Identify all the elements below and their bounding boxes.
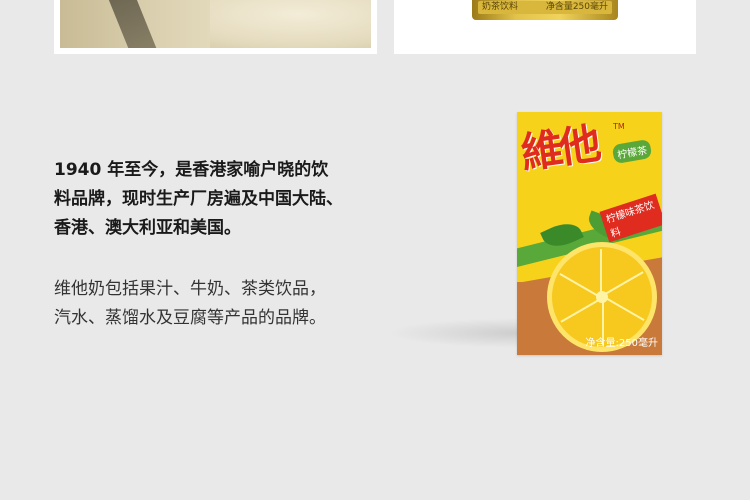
intro-line: 香港、澳大利亚和美国。 (54, 218, 241, 238)
description-line: 汽水、蒸馏水及豆腐等产品的品牌。 (54, 308, 326, 328)
bottle-shape (107, 0, 159, 48)
trademark-mark: TM (613, 122, 625, 131)
tea-photo-card (54, 0, 377, 54)
product-pack-image: 維他 TM 柠檬茶 柠檬味茶饮料 净含量:250毫升 (387, 112, 662, 355)
net-content-label: 净含量:250毫升 (585, 338, 658, 349)
pack-label-strip: 奶茶饮料 净含量250毫升 (478, 1, 612, 14)
pack-shadow (387, 318, 537, 348)
pack-photo-card: 奶茶饮料 净含量250毫升 (394, 0, 696, 54)
background-shape (210, 0, 371, 48)
description-line: 维他奶包括果汁、牛奶、茶类饮品， (54, 279, 326, 299)
intro-line: 1940 年至今，是香港家喻户晓的饮 (54, 160, 329, 180)
description-paragraph: 维他奶包括果汁、牛奶、茶类饮品， 汽水、蒸馏水及豆腐等产品的品牌。 (54, 275, 414, 333)
gold-pack-photo: 奶茶饮料 净含量250毫升 (472, 0, 618, 20)
pack-box: 維他 TM 柠檬茶 柠檬味茶饮料 净含量:250毫升 (517, 112, 662, 355)
brand-logo: 維他 (517, 118, 601, 179)
flavor-tag: 柠檬茶 (611, 138, 653, 165)
pack-label-right: 净含量250毫升 (545, 2, 608, 12)
lemon-segment (602, 295, 645, 321)
tea-pouring-photo (60, 0, 371, 48)
pack-label-left: 奶茶饮料 (482, 2, 519, 12)
intro-paragraph: 1940 年至今，是香港家喻户晓的饮 料品牌，现时生产厂房遍及中国大陆、 香港、… (54, 156, 414, 243)
lemon-segment (600, 249, 602, 297)
intro-line: 料品牌，现时生产厂房遍及中国大陆、 (54, 189, 343, 209)
lemon-core (596, 291, 608, 303)
lemon-segment (601, 271, 644, 297)
flavor-label: 柠檬味茶饮料 (599, 193, 662, 243)
